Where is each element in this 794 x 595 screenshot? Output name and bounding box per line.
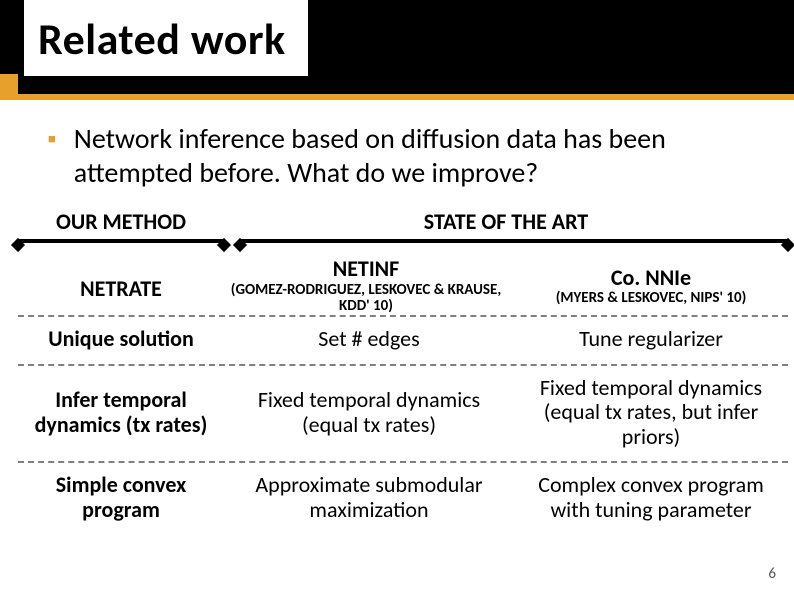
method-netinf: NETINF (GOMEZ-RODRIGUEZ, LESKOVEC & KRAU… — [224, 257, 514, 315]
cell-ours: Simple convex program — [18, 473, 224, 522]
diamond-icon — [233, 238, 247, 252]
slide-title: Related work — [38, 12, 286, 66]
bullet-text: Network inference based on diffusion dat… — [74, 122, 758, 190]
col-header-left: OUR METHOD — [18, 208, 224, 239]
table-row: Infer temporal dynamics (tx rates) Fixed… — [18, 364, 788, 462]
method-connie: Co. NNIe (MYERS & LESKOVEC, NIPS' 10) — [514, 257, 788, 315]
table-row: Simple convex program Approximate submod… — [18, 461, 788, 526]
bullet-icon: ▪ — [48, 126, 56, 152]
methods-row: NETRATE NETINF (GOMEZ-RODRIGUEZ, LESKOVE… — [18, 257, 788, 315]
cell-connie: Complex convex program with tuning param… — [514, 473, 788, 522]
page-number: 6 — [768, 565, 776, 583]
accent-bar-icon — [0, 74, 18, 94]
method-connie-cite: (MYERS & LESKOVEC, NIPS' 10) — [514, 290, 788, 307]
cell-connie: Tune regularizer — [514, 327, 788, 352]
slide-header: Related work — [0, 0, 794, 100]
method-ours: NETRATE — [18, 257, 224, 315]
cell-netinf: Fixed temporal dynamics (equal tx rates) — [224, 376, 514, 450]
bullet-item: ▪ Network inference based on diffusion d… — [48, 122, 758, 190]
divider-bars — [18, 239, 788, 249]
diamond-icon — [781, 238, 794, 252]
cell-connie: Fixed temporal dynamics (equal tx rates,… — [514, 376, 788, 450]
title-box: Related work — [24, 0, 308, 76]
cell-netinf: Approximate submodular maximization — [224, 473, 514, 522]
diamond-icon — [217, 238, 231, 252]
column-headers: OUR METHOD STATE OF THE ART — [18, 208, 788, 239]
cell-ours: Infer temporal dynamics (tx rates) — [18, 376, 224, 450]
method-netinf-cite: (GOMEZ-RODRIGUEZ, LESKOVEC & KRAUSE, KDD… — [224, 282, 508, 315]
slide-body: ▪ Network inference based on diffusion d… — [0, 100, 794, 527]
col-header-right: STATE OF THE ART — [224, 208, 788, 239]
table-row: Unique solution Set # edges Tune regular… — [18, 315, 788, 364]
accent-stripe-icon — [0, 94, 794, 100]
bar-right — [240, 239, 788, 243]
cell-ours: Unique solution — [18, 327, 224, 352]
diamond-icon — [11, 238, 25, 252]
bar-left — [18, 239, 224, 243]
cell-netinf: Set # edges — [224, 327, 514, 352]
method-netinf-name: NETINF — [224, 257, 508, 282]
method-connie-name: Co. NNIe — [514, 266, 788, 291]
